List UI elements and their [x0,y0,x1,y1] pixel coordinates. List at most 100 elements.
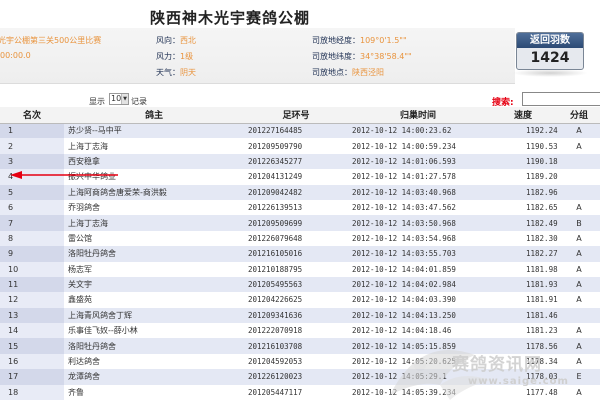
table-row[interactable]: 2 上海丁志海 201209509790 2012-10-12 14:00:59.23… [0,138,600,154]
wind-power: 风力：1级 [156,51,193,62]
time-cell: 2012-10-12 14:04:13.250 [348,307,488,324]
group-cell: A [558,246,600,262]
group-cell: A [558,292,600,308]
rank-cell: 7 [0,215,64,231]
rank-cell: 18 [0,384,64,401]
table-row[interactable]: 6 乔羽鸽舍 201226139513 2012-10-12 14:03:47.562… [0,199,600,216]
table-row[interactable]: 8 雷公馆 201226079648 2012-10-12 14:03:54.968 1… [0,230,600,247]
time-cell: 2012-10-12 14:03:50.968 [348,215,488,231]
wind-direction: 风向：西北 [156,35,196,46]
owner-cell: 洛阳牡丹鸽舍 [64,338,244,354]
column-header-rank[interactable]: 名次 [0,107,64,124]
group-cell: A [558,123,600,139]
rank-cell: 9 [0,246,64,262]
time-cell: 2012-10-12 14:04:01.859 [348,261,488,277]
owner-cell: 利达鸽舍 [64,353,244,370]
time-cell: 2012-10-12 14:01:06.593 [348,153,488,170]
rank-cell: 12 [0,292,64,308]
group-cell: A [558,138,600,154]
speed-cell: 1190.5350 [488,138,558,154]
ring-cell: 201205447117 [244,384,348,401]
ring-cell: 201227164485 [244,123,348,139]
column-header-owner[interactable]: 鸽主 [64,107,244,124]
speed-cell: 1181.4602 [488,307,558,324]
release-location: 司放地点：陕西泾阳 [312,67,384,78]
speed-cell: 1181.9888 [488,261,558,277]
table-row[interactable]: 5 上海阿商鸽舍唐爱荣-商洪毅 201209042482 2012-10-12 14:… [0,184,600,200]
returned-count-box: 返回羽数 1424 [516,32,584,70]
owner-cell: 龙潭鸽舍 [64,369,244,385]
owner-cell: 苏少贤--马中平 [64,123,244,139]
time-cell: 2012-10-12 14:03:54.968 [348,230,488,247]
race-name: 光宇公棚第三关500公里比赛 [0,36,102,45]
rank-cell: 11 [0,276,64,293]
rank-cell: 17 [0,369,64,385]
table-row[interactable]: 13 上海青风鸽舍丁辉 201209341636 2012-10-12 14:04:1… [0,307,600,324]
owner-cell: 乐事佳飞奴--薛小林 [64,323,244,339]
group-cell: A [558,230,600,247]
group-cell [558,184,600,200]
time-cell: 2012-10-12 14:03:47.562 [348,199,488,216]
rank-cell: 1 [0,123,64,139]
speed-cell: 1182.3094 [488,230,558,247]
owner-cell: 齐鲁 [64,384,244,401]
ring-cell: 201216105016 [244,246,348,262]
longitude-label: 司放地经度： [312,36,360,45]
rank-cell: 2 [0,138,64,154]
owner-cell: 关文宇 [64,276,244,293]
column-header-group[interactable]: 分组 [558,107,600,124]
rank-cell: 3 [0,153,64,170]
time-cell: 2012-10-12 14:04:03.390 [348,292,488,308]
latitude-value: 34°38'58.4"" [360,52,412,61]
table-row[interactable]: 3 西安稳拿 201226345277 2012-10-12 14:01:06.593… [0,153,600,170]
owner-cell: 西安稳拿 [64,153,244,170]
weather-label: 天气： [156,68,180,77]
table-row[interactable]: 7 上海丁志海 201209509699 2012-10-12 14:03:50.96… [0,215,600,231]
location-value: 陕西泾阳 [352,68,384,77]
ring-cell: 201209042482 [244,184,348,200]
column-header-speed[interactable]: 速度 [488,107,558,124]
rank-cell: 5 [0,184,64,200]
owner-cell: 乔羽鸽舍 [64,199,244,216]
table-row[interactable]: 1 苏少贤--马中平 201227164485 2012-10-12 14:00:23… [0,123,600,139]
owner-cell: 上海青风鸽舍丁辉 [64,307,244,324]
speed-cell: 1189.2006 [488,169,558,185]
weather: 天气：阴天 [156,67,196,78]
owner-cell: 洛阳牡丹鸽舍 [64,246,244,262]
table-row[interactable]: 12 鑫盛苑 201204226625 2012-10-12 14:04:03.390… [0,292,600,308]
latitude-label: 司放地纬度： [312,52,360,61]
ring-cell: 201216103708 [244,338,348,354]
owner-cell: 雷公馆 [64,230,244,247]
rank-cell: 13 [0,307,64,324]
speed-cell: 1182.4952 [488,215,558,231]
table-row[interactable]: 10 杨志军 201210188795 2012-10-12 14:04:01.859… [0,261,600,277]
page-size-records-label: 记录 [131,97,147,106]
race-info-panel: 光宇公棚第三关500公里比赛 00:00.0 风向：西北 风力：1级 天气：阴天… [0,28,515,84]
group-cell: A [558,261,600,277]
wind-direction-label: 风向： [156,36,180,45]
search-input[interactable] [522,92,600,106]
time-cell: 2012-10-12 14:04:02.984 [348,276,488,293]
column-header-time[interactable]: 归巢时间 [348,107,488,124]
ring-cell: 201226139513 [244,199,348,216]
ring-cell: 201226345277 [244,153,348,170]
owner-cell: 上海丁志海 [64,215,244,231]
ring-cell: 201209509699 [244,215,348,231]
ring-cell: 201209341636 [244,307,348,324]
ring-cell: 201204226625 [244,292,348,308]
table-row[interactable]: 9 洛阳牡丹鸽舍 201216105016 2012-10-12 14:03:55.7… [0,246,600,262]
wind-power-label: 风力： [156,52,180,61]
group-cell: A [558,276,600,293]
returned-count-value: 1424 [530,50,570,66]
weather-value: 阴天 [180,68,196,77]
owner-cell: 上海丁志海 [64,138,244,154]
page-size-show-label: 显示 [89,97,105,106]
rank-cell: 15 [0,338,64,354]
page-size-select[interactable]: 100 ▼ [109,93,129,105]
column-header-ring[interactable]: 足环号 [244,107,348,124]
table-row[interactable]: 11 关文宇 201205495563 2012-10-12 14:04:02.984… [0,276,600,293]
chevron-down-icon[interactable]: ▼ [121,94,128,104]
table-header-row: 名次 鸽主 足环号 归巢时间 速度 分组 [0,107,600,124]
page-title: 陕西神木光宇赛鸽公棚 [150,9,311,27]
speed-cell: 1192.2421 [488,123,558,139]
